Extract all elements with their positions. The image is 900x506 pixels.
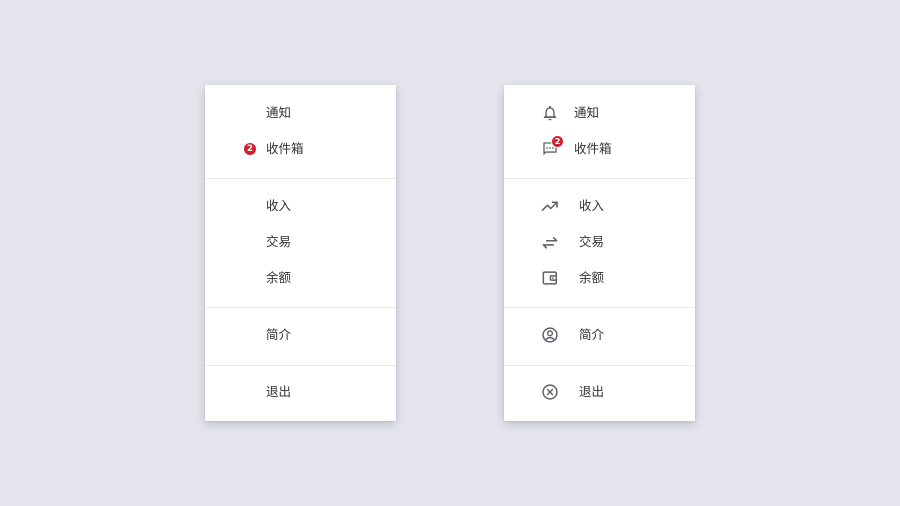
menu-item-label: 余额 bbox=[579, 269, 605, 285]
menu-item-income[interactable]: 收入 bbox=[205, 191, 396, 221]
menu-item-label: 收件箱 bbox=[574, 140, 612, 156]
menu-item-label: 收件箱 bbox=[266, 140, 304, 156]
trending-up-icon bbox=[540, 196, 560, 216]
menu-item-balance[interactable]: 余额 bbox=[205, 263, 396, 293]
menu-item-notifications[interactable]: 通知 bbox=[205, 98, 396, 128]
menu-item-logout[interactable]: 退出 bbox=[205, 377, 396, 407]
menu-item-inbox[interactable]: 2 收件箱 bbox=[205, 134, 396, 164]
menu-item-label: 通知 bbox=[266, 104, 292, 120]
menu-item-transactions[interactable]: 交易 bbox=[504, 227, 695, 257]
menu-item-income[interactable]: 收入 bbox=[504, 191, 695, 221]
divider bbox=[205, 307, 396, 308]
divider bbox=[504, 307, 695, 308]
menu-item-label: 余额 bbox=[266, 269, 292, 285]
menu-item-label: 退出 bbox=[266, 383, 292, 399]
message-icon: 2 bbox=[540, 135, 564, 159]
inbox-count-badge: 2 bbox=[551, 135, 564, 148]
menu-item-notifications[interactable]: 通知 bbox=[504, 98, 695, 128]
menu-item-balance[interactable]: 余额 bbox=[504, 263, 695, 293]
menu-item-label: 通知 bbox=[574, 104, 600, 120]
divider bbox=[504, 365, 695, 366]
menu-item-inbox[interactable]: 2 收件箱 bbox=[504, 134, 695, 164]
menu-item-label: 退出 bbox=[579, 383, 605, 399]
menu-item-label: 收入 bbox=[266, 197, 292, 213]
wallet-icon bbox=[540, 268, 560, 288]
divider bbox=[504, 178, 695, 179]
account-circle-icon bbox=[540, 325, 560, 345]
swap-arrows-icon bbox=[540, 232, 560, 252]
menu-item-label: 交易 bbox=[579, 233, 605, 249]
menu-item-label: 简介 bbox=[266, 326, 292, 342]
divider bbox=[205, 365, 396, 366]
menu-item-profile[interactable]: 简介 bbox=[504, 320, 695, 350]
menu-item-label: 交易 bbox=[266, 233, 292, 249]
menu-item-label: 简介 bbox=[579, 326, 605, 342]
menu-item-transactions[interactable]: 交易 bbox=[205, 227, 396, 257]
menu-with-icons: 通知 2 收件箱 收入 交易 余额 简介 退出 bbox=[504, 85, 695, 421]
close-circle-icon bbox=[540, 382, 560, 402]
bell-icon bbox=[540, 103, 560, 123]
menu-item-label: 收入 bbox=[579, 197, 605, 213]
divider bbox=[205, 178, 396, 179]
menu-text-only: 通知 2 收件箱 收入 交易 余额 简介 退出 bbox=[205, 85, 396, 421]
menu-item-profile[interactable]: 简介 bbox=[205, 320, 396, 350]
menu-item-logout[interactable]: 退出 bbox=[504, 377, 695, 407]
inbox-count-badge: 2 bbox=[244, 143, 256, 155]
